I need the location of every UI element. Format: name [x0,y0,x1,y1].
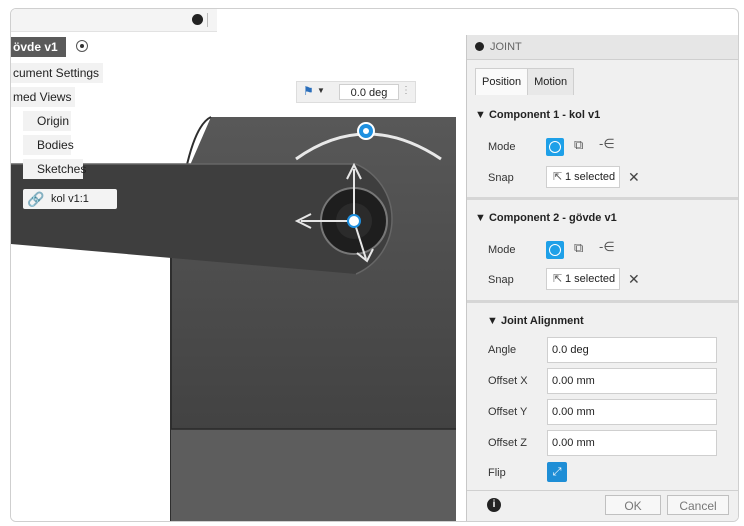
offset-y-field[interactable]: 0.00 mm [547,399,717,425]
snap-select-button[interactable]: ⇱ 1 selected [546,268,620,290]
clear-selection-x-icon[interactable]: ✕ [628,169,640,186]
browser-item-label: Bodies [37,138,74,152]
mode-simple-button[interactable] [546,241,564,259]
section-divider [467,197,738,200]
flip-button[interactable]: ⤢ [547,462,567,482]
viewport[interactable]: övde v1 cument Settings med Views Origin… [11,9,466,521]
browser-item-bodies[interactable]: Bodies [23,135,74,155]
offset-x-field[interactable]: 0.00 mm [547,368,717,394]
tab-motion[interactable]: Motion [527,68,575,95]
browser-item-label: Origin [37,114,70,128]
browser-item-named-views[interactable]: med Views [11,87,75,107]
component1-header[interactable]: ▼ Component 1 - kol v1 [475,109,600,121]
angle-flag-icon[interactable]: ⚑ [303,84,314,98]
mode-label: Mode [488,141,516,153]
clear-selection-x-icon[interactable]: ✕ [628,271,640,288]
snap-select-button[interactable]: ⇱ 1 selected [546,166,620,188]
offset-z-label: Offset Z [488,437,527,449]
flip-icon: ⤢ [552,466,562,478]
browser-item-label: kol v1:1 [51,193,89,205]
joint-alignment-header[interactable]: ▼ Joint Alignment [487,315,584,327]
browser-item-kol[interactable]: 🔗 kol v1:1 [23,189,117,209]
browser-root[interactable]: övde v1 [11,37,88,57]
component2-title: Component 2 - gövde v1 [488,212,617,224]
chevron-down-icon[interactable]: ▼ [317,86,325,95]
mode-two-edge-intersection-icon[interactable]: -∈ [599,136,615,152]
info-icon[interactable]: i [487,498,501,512]
mode-simple-button[interactable] [546,138,564,156]
drag-grip-icon[interactable]: ⋮ [401,85,411,96]
browser-item-label: Sketches [37,162,87,176]
tab-position[interactable]: Position [475,68,529,95]
dialog-title: JOINT [490,41,522,53]
joint-alignment-title: Joint Alignment [500,315,584,327]
browser-item-sketches[interactable]: Sketches [23,159,87,179]
snap-selection-count: 1 selected [565,273,616,285]
browser-item-origin[interactable]: Origin [23,111,71,131]
component2-header[interactable]: ▼ Component 2 - gövde v1 [475,212,617,224]
angle-label: Angle [488,344,517,356]
mode-between-two-faces-icon[interactable]: ⧉ [574,137,583,153]
offset-y-label: Offset Y [488,406,528,418]
angle-input[interactable]: 0.0 deg [339,84,399,100]
component1-title: Component 1 - kol v1 [488,109,601,121]
browser-item-document-settings[interactable]: cument Settings [11,63,103,83]
offset-z-field[interactable]: 0.00 mm [547,430,717,456]
angle-manipulator-toolbar: ⚑ ▼ 0.0 deg ⋮ [296,81,416,103]
app-window: övde v1 cument Settings med Views Origin… [10,8,739,522]
activate-target-icon[interactable] [76,40,88,52]
cursor-arrow-icon: ⇱ [553,273,563,285]
body-front-face [171,429,456,521]
joint-origin-icon[interactable] [347,214,361,228]
dialog-title-bar[interactable]: JOINT [467,35,738,60]
section-divider [467,300,738,303]
collapse-dot-icon[interactable] [475,42,484,51]
angle-field[interactable]: 0.0 deg [547,337,717,363]
joint-dialog: JOINT Position Motion ▼ Component 1 - kol… [466,35,738,521]
link-icon: 🔗 [27,191,45,207]
snap-label: Snap [488,274,514,286]
flip-label: Flip [488,467,506,479]
ok-button[interactable]: OK [605,495,661,515]
browser-item-label: cument Settings [13,66,100,80]
dialog-footer: i OK Cancel [467,490,738,521]
mode-between-two-faces-icon[interactable]: ⧉ [574,240,583,256]
browser-root-label: övde v1 [13,40,58,54]
browser-item-label: med Views [13,90,72,104]
cursor-arrow-icon: ⇱ [553,171,563,183]
snap-label: Snap [488,172,514,184]
cancel-button[interactable]: Cancel [667,495,729,515]
offset-x-label: Offset X [488,375,528,387]
mode-label: Mode [488,244,516,256]
tab-bar: Position Motion [475,68,575,95]
mode-two-edge-intersection-icon[interactable]: -∈ [599,239,615,255]
snap-selection-count: 1 selected [565,171,616,183]
